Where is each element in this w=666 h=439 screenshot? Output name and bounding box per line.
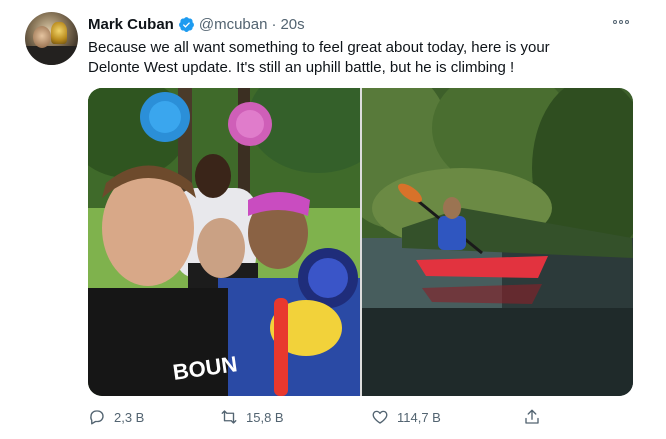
heart-icon xyxy=(372,410,388,424)
more-dot xyxy=(625,20,629,24)
photo-kayak[interactable] xyxy=(362,88,633,396)
tweet-timestamp[interactable]: 20s xyxy=(280,16,304,33)
more-dot xyxy=(613,20,617,24)
tweet-header: Mark Cuban @mcuban · 20s xyxy=(88,14,305,34)
tweet-media[interactable]: BOUN xyxy=(88,88,633,396)
more-options-icon[interactable] xyxy=(608,12,634,32)
avatar-trophy xyxy=(51,22,67,44)
avatar[interactable] xyxy=(25,12,78,65)
separator-dot: · xyxy=(271,15,277,33)
reply-count: 2,3 В xyxy=(114,409,145,425)
tweet-text: Because we all want something to feel gr… xyxy=(88,39,550,76)
avatar-face xyxy=(33,26,51,48)
author-name[interactable]: Mark Cuban xyxy=(88,16,174,33)
like-count: 114,7 В xyxy=(397,409,441,425)
avatar-shirt xyxy=(25,46,78,65)
photo-group-selfie[interactable]: BOUN xyxy=(88,88,360,396)
retweet-icon xyxy=(221,410,237,424)
like-button[interactable]: 114,7 В xyxy=(371,405,441,429)
verified-badge-icon xyxy=(178,16,195,33)
share-button[interactable] xyxy=(523,405,541,429)
author-handle[interactable]: @mcuban xyxy=(199,16,268,33)
reply-icon xyxy=(90,410,104,425)
reply-button[interactable]: 2,3 В xyxy=(88,405,144,429)
more-dot xyxy=(619,20,623,24)
share-icon xyxy=(525,409,539,424)
tweet[interactable]: Mark Cuban @mcuban · 20s Because we all … xyxy=(0,0,666,439)
tweet-actions: 2,3 В 15,8 В 114,7 В xyxy=(88,405,558,429)
retweet-button[interactable]: 15,8 В xyxy=(220,405,284,429)
retweet-count: 15,8 В xyxy=(246,409,284,425)
